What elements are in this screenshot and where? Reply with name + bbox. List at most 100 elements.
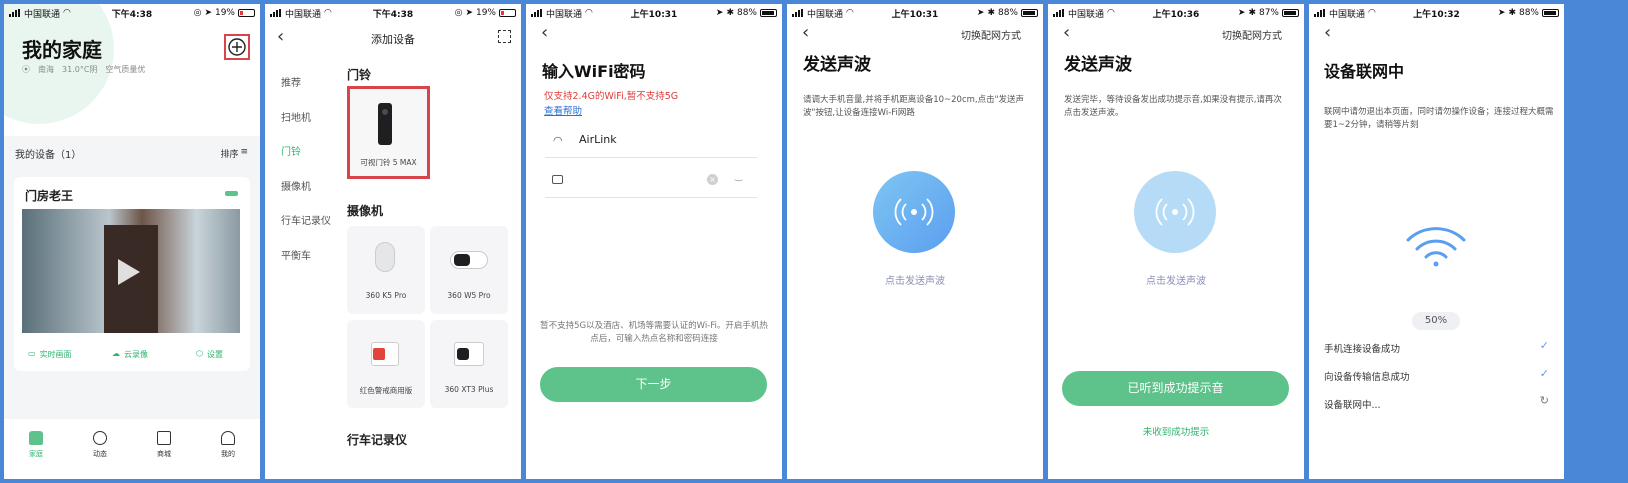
sort-button[interactable]: 排序 ≡ xyxy=(220,147,248,160)
weather-city: 南海 xyxy=(38,65,54,74)
nav-home[interactable]: 家庭 xyxy=(29,431,43,479)
battery-icon xyxy=(1021,9,1038,17)
help-link[interactable]: 查看帮助 xyxy=(544,103,582,117)
play-icon[interactable] xyxy=(118,259,140,285)
battery-icon xyxy=(499,9,516,17)
section-camera: 摄像机 xyxy=(347,204,384,218)
nav-feed[interactable]: 动态 xyxy=(93,431,107,479)
sort-label: 排序 xyxy=(220,150,239,160)
ssid-field[interactable]: ◠ AirLink xyxy=(545,124,757,158)
battery-icon xyxy=(760,9,777,17)
camera-k5-label: 360 K5 Pro xyxy=(365,291,407,300)
nav-shop[interactable]: 商城 xyxy=(157,431,171,479)
back-button[interactable]: ‹ xyxy=(541,24,548,42)
page-title: 添加设备 xyxy=(371,33,415,46)
my-devices-label: 我的设备（1） xyxy=(15,150,82,161)
step-item: 设备联网中... ↻ xyxy=(1324,394,1549,425)
home-icon xyxy=(29,431,43,445)
device-card[interactable]: 门房老王 ▭ 实时画面 ☁ 云录像 ⬡ 设置 xyxy=(14,177,250,371)
eye-closed-icon[interactable]: ‿ xyxy=(735,172,742,182)
send-sound-button[interactable] xyxy=(1134,171,1216,253)
category-doorbell[interactable]: 门铃 xyxy=(281,136,331,171)
status-time: 下午4:38 xyxy=(111,9,153,20)
section-doorbell: 门铃 xyxy=(347,68,372,82)
page-title: 我的家庭 xyxy=(22,38,102,62)
weather-temp: 31.0°C阴 xyxy=(62,65,98,74)
camera-card-xt3[interactable]: 360 XT3 Plus xyxy=(430,320,508,408)
category-dashcam[interactable]: 行车记录仪 xyxy=(281,205,331,240)
back-button[interactable]: ‹ xyxy=(802,24,809,42)
category-list: 推荐 扫地机 门铃 摄像机 行车记录仪 平衡车 xyxy=(281,67,331,274)
chevron-left-icon: ‹ xyxy=(802,22,810,43)
user-icon xyxy=(221,431,235,445)
camera-k5-image xyxy=(375,242,395,272)
doorbell-card[interactable]: 可视门铃 5 MAX xyxy=(347,86,430,179)
doorbell-image xyxy=(378,103,392,145)
device-battery-icon xyxy=(225,191,238,196)
step-label: 手机连接设备成功 xyxy=(1324,344,1401,355)
shop-icon xyxy=(157,431,171,445)
check-icon: ✓ xyxy=(1539,367,1549,380)
not-heard-link[interactable]: 未收到成功提示 xyxy=(1048,424,1304,438)
camera-w5-label: 360 W5 Pro xyxy=(447,291,491,300)
switch-mode-button[interactable]: 切换配网方式 xyxy=(961,27,1021,42)
heard-success-button[interactable]: 已听到成功提示音 xyxy=(1062,371,1289,406)
category-camera[interactable]: 摄像机 xyxy=(281,171,331,206)
doorbell-label: 可视门铃 5 MAX xyxy=(360,158,417,167)
check-icon: ✓ xyxy=(1539,339,1549,352)
status-time: 下午4:38 xyxy=(372,9,414,20)
weather-row: ⦿ 南海 31.0°C阴 空气质量优 xyxy=(22,64,145,75)
category-balance-car[interactable]: 平衡车 xyxy=(281,240,331,275)
chevron-left-icon: ‹ xyxy=(1063,22,1071,43)
nav-feed-label: 动态 xyxy=(93,450,107,458)
add-device-button[interactable] xyxy=(224,34,250,60)
instructions: 请调大手机音量,并将手机距离设备10~20cm,点击"发送声波"按钮,让设备连接… xyxy=(803,95,1025,118)
status-bar: 中国联通 ◠ 下午4:38 ◎ ➤ 19% xyxy=(4,4,260,22)
status-bar: 中国联通 ◠ 上午10:32 ➤ ✱ 88% xyxy=(1309,4,1564,22)
phone-sound-sent: 中国联通 ◠ 上午10:36 ➤ ✱ 87% ‹ 切换配网方式 发送声波 发送完毕，等… xyxy=(1048,4,1304,479)
camera-xt3-image xyxy=(454,342,484,366)
cloud-icon: ☁ xyxy=(112,349,120,358)
device-preview-image[interactable] xyxy=(22,209,240,333)
camera-xt3-label: 360 XT3 Plus xyxy=(444,385,494,394)
category-robot-vacuum[interactable]: 扫地机 xyxy=(281,102,331,137)
back-button[interactable]: ‹ xyxy=(1063,24,1070,42)
status-time: 上午10:32 xyxy=(1413,9,1460,20)
status-time: 上午10:36 xyxy=(1152,9,1200,20)
switch-mode-button[interactable]: 切换配网方式 xyxy=(1222,27,1282,42)
phone-home: 中国联通 ◠ 下午4:38 ◎ ➤ 19% 我的家庭 ⦿ 南海 31.0°C阴 空气质量优 … xyxy=(4,4,260,479)
nav-me-label: 我的 xyxy=(221,450,235,458)
action-live[interactable]: ▭ 实时画面 xyxy=(28,349,72,360)
phone-wifi: 中国联通 ◠ 上午10:31 ➤ ✱ 88% ‹ 输入WiFi密码 仅支持2.4G的W… xyxy=(526,4,782,479)
action-cloud[interactable]: ☁ 云录像 xyxy=(112,349,148,360)
wifi-field-icon: ◠ xyxy=(553,134,563,147)
camera-red-label: 红色警戒商用版 xyxy=(359,386,413,395)
status-bar: 中国联通 ◠ 下午4:38 ◎ ➤ 19% xyxy=(265,4,521,22)
send-sound-button[interactable] xyxy=(873,171,955,253)
back-button[interactable]: ‹ xyxy=(1324,24,1331,42)
action-settings[interactable]: ⬡ 设置 xyxy=(196,349,223,360)
next-button[interactable]: 下一步 xyxy=(540,367,767,402)
nav-me[interactable]: 我的 xyxy=(221,431,235,479)
clear-icon[interactable]: × xyxy=(707,174,718,185)
bottom-nav: 家庭 动态 商城 我的 xyxy=(4,419,260,479)
phone-connecting: 中国联通 ◠ 上午10:32 ➤ ✱ 88% ‹ 设备联网中 联网中请勿退出本页面，同… xyxy=(1309,4,1564,479)
plus-circle-icon xyxy=(228,38,246,56)
category-recommend[interactable]: 推荐 xyxy=(281,67,331,102)
step-label: 设备联网中... xyxy=(1324,400,1381,411)
location-pin-icon: ⦿ xyxy=(22,65,30,74)
action-live-label: 实时画面 xyxy=(39,350,72,359)
tap-hint: 点击发送声波 xyxy=(1146,276,1206,287)
battery-icon xyxy=(1282,9,1299,17)
camera-card-w5[interactable]: 360 W5 Pro xyxy=(430,226,508,314)
status-time: 上午10:31 xyxy=(891,9,939,20)
camera-card-k5[interactable]: 360 K5 Pro xyxy=(347,226,425,314)
camera-card-red[interactable]: 红色警戒商用版 xyxy=(347,320,425,408)
step-list: 手机连接设备成功 ✓ 向设备传输信息成功 ✓ 设备联网中... ↻ xyxy=(1324,339,1549,425)
scan-icon[interactable] xyxy=(498,30,511,43)
weather-air: 空气质量优 xyxy=(105,65,146,74)
password-field[interactable]: × ‿ xyxy=(545,164,757,198)
phone-sound-send: 中国联通 ◠ 上午10:31 ➤ ✱ 88% ‹ 切换配网方式 发送声波 请调大手机音… xyxy=(787,4,1043,479)
page-title: 发送声波 xyxy=(1064,55,1132,75)
camera-w5-image xyxy=(450,251,488,269)
